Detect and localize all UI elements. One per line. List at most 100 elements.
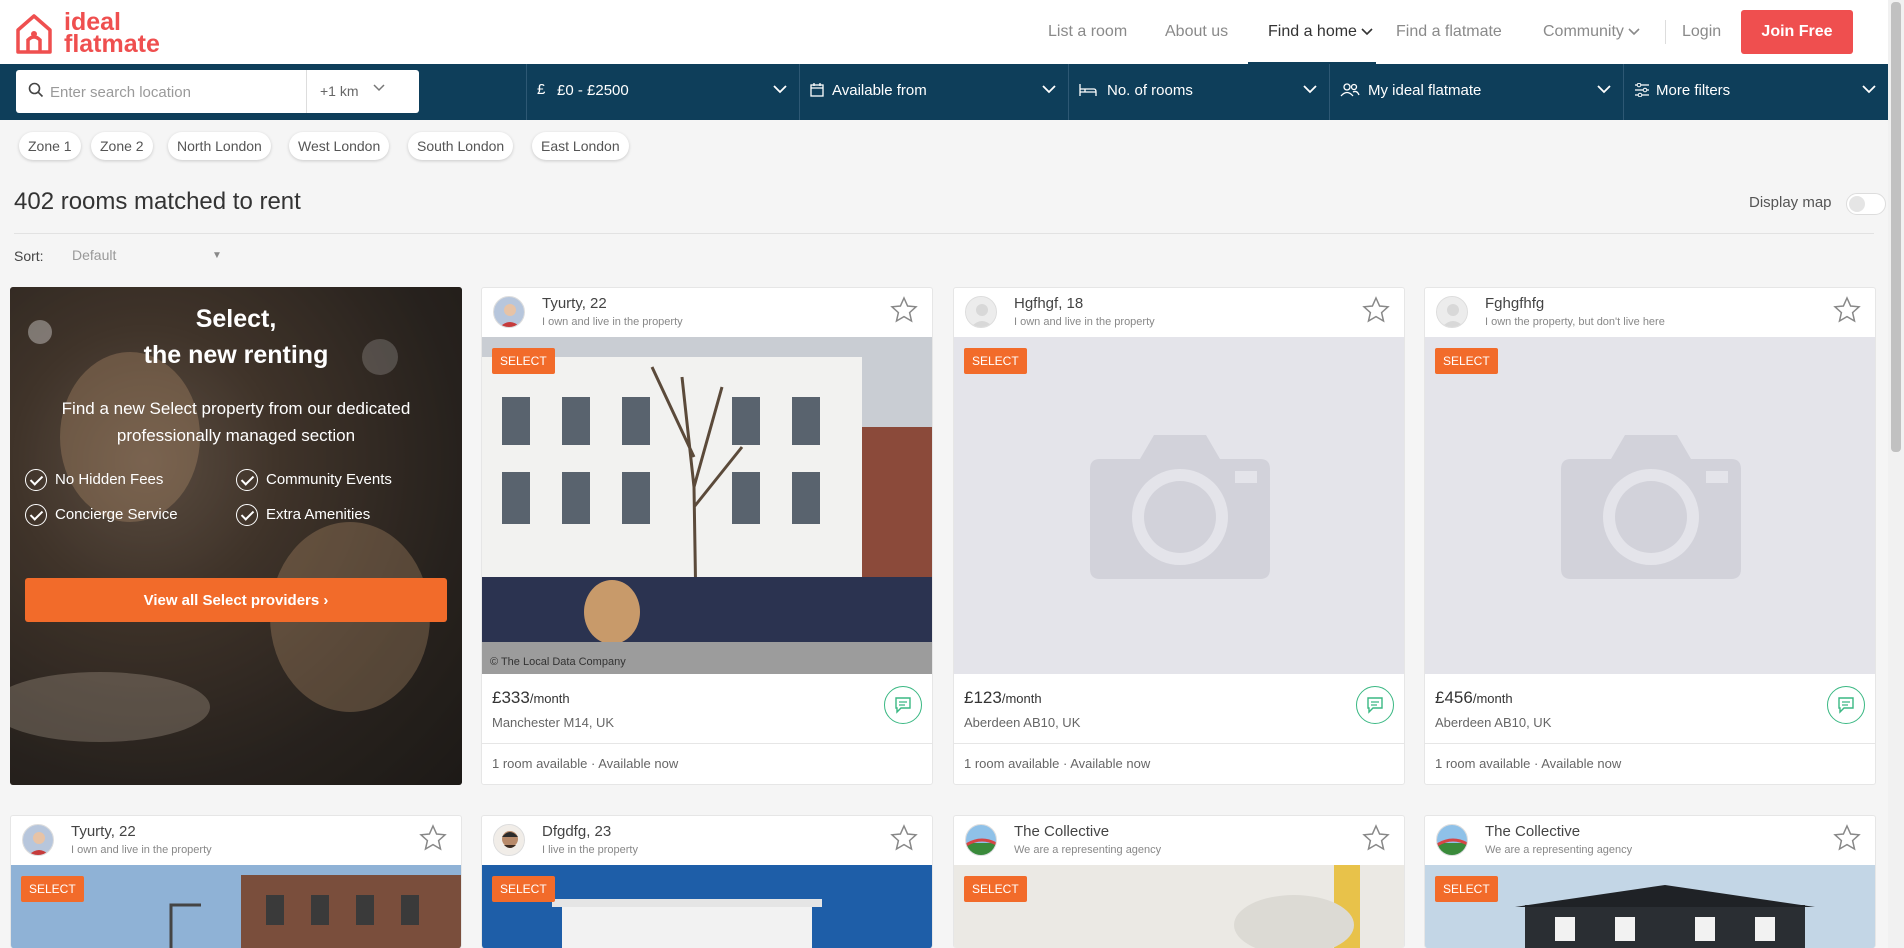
select-badge: SELECT bbox=[492, 348, 555, 374]
people-icon bbox=[1340, 83, 1360, 97]
rooms-filter[interactable]: No. of rooms bbox=[1068, 64, 1329, 120]
avatar bbox=[493, 296, 525, 328]
listing-location: Manchester M14, UK bbox=[492, 715, 615, 730]
star-favorite-icon[interactable] bbox=[1362, 824, 1390, 852]
listing-photo-placeholder[interactable] bbox=[1425, 337, 1875, 674]
chevron-down-icon bbox=[1862, 85, 1876, 94]
sort-value: Default bbox=[72, 247, 117, 263]
star-favorite-icon[interactable] bbox=[1362, 296, 1390, 324]
lister-name: Tyurty, 22 bbox=[542, 295, 607, 312]
select-badge: SELECT bbox=[964, 348, 1027, 374]
message-button[interactable] bbox=[1356, 686, 1394, 724]
check-circle-icon bbox=[236, 469, 258, 491]
star-favorite-icon[interactable] bbox=[1833, 824, 1861, 852]
star-favorite-icon[interactable] bbox=[419, 824, 447, 852]
location-search-input[interactable] bbox=[50, 80, 310, 104]
chevron-down-icon bbox=[1042, 85, 1056, 94]
nav-about-us[interactable]: About us bbox=[1165, 23, 1228, 41]
pound-icon: £ bbox=[537, 81, 546, 98]
listing-photo[interactable]: © The Local Data Company bbox=[482, 337, 932, 674]
ideal-flatmate-logo[interactable]: ideal flatmate bbox=[14, 10, 174, 57]
chip-north-london[interactable]: North London bbox=[168, 132, 271, 160]
listing-card[interactable]: Dfgdfg, 23 I live in the property SELECT bbox=[481, 815, 933, 948]
listing-location: Aberdeen AB10, UK bbox=[1435, 715, 1552, 730]
lister-role: I own the property, but don't live here bbox=[1485, 316, 1665, 328]
listing-card[interactable]: Tyurty, 22 I own and live in the propert… bbox=[10, 815, 462, 948]
search-filter-bar: +1 km £ £0 - £2500 Available from No. of… bbox=[0, 64, 1888, 120]
price-filter[interactable]: £ £0 - £2500 bbox=[526, 64, 799, 120]
message-button[interactable] bbox=[1827, 686, 1865, 724]
chip-south-london[interactable]: South London bbox=[408, 132, 514, 160]
listing-availability: 1 room available · Available now bbox=[964, 756, 1151, 771]
chip-zone-1[interactable]: Zone 1 bbox=[19, 132, 81, 160]
camera-placeholder-icon bbox=[1561, 435, 1741, 579]
radius-select[interactable]: +1 km bbox=[306, 70, 419, 113]
location-search-box: +1 km bbox=[16, 70, 419, 113]
listing-card[interactable]: Hgfhgf, 18 I own and live in the propert… bbox=[953, 287, 1405, 785]
chip-west-london[interactable]: West London bbox=[289, 132, 390, 160]
message-button[interactable] bbox=[884, 686, 922, 724]
listing-card[interactable]: Tyurty, 22 I own and live in the propert… bbox=[481, 287, 933, 785]
more-filters[interactable]: More filters bbox=[1623, 64, 1888, 120]
chat-icon bbox=[1838, 697, 1854, 714]
lister-name: The Collective bbox=[1485, 823, 1581, 840]
nav-list-a-room[interactable]: List a room bbox=[1048, 23, 1127, 41]
camera-placeholder-icon bbox=[1090, 435, 1270, 579]
star-favorite-icon[interactable] bbox=[890, 824, 918, 852]
lister-name: Tyurty, 22 bbox=[71, 823, 136, 840]
check-circle-icon bbox=[25, 469, 47, 491]
star-favorite-icon[interactable] bbox=[1833, 296, 1861, 324]
display-map-toggle[interactable] bbox=[1846, 193, 1886, 215]
sort-select[interactable]: Default ▼ bbox=[72, 247, 222, 263]
chat-icon bbox=[895, 697, 911, 714]
chip-east-london[interactable]: East London bbox=[532, 132, 629, 160]
select-promo-card: Select, the new renting Find a new Selec… bbox=[10, 287, 462, 785]
nav-community[interactable]: Community bbox=[1543, 23, 1640, 41]
card-divider bbox=[482, 743, 932, 744]
chevron-down-icon bbox=[1303, 85, 1317, 94]
results-count-title: 402 rooms matched to rent bbox=[14, 188, 301, 215]
nav-find-a-home[interactable]: Find a home bbox=[1268, 23, 1373, 41]
nav-divider bbox=[1665, 20, 1666, 44]
chevron-down-icon bbox=[373, 84, 385, 92]
avatar bbox=[965, 824, 997, 856]
avatar bbox=[493, 824, 525, 856]
divider bbox=[14, 233, 1874, 234]
lister-role: I own and live in the property bbox=[1014, 316, 1155, 328]
listing-card[interactable]: The Collective We are a representing age… bbox=[1424, 815, 1876, 948]
top-header: ideal flatmate List a room About us Find … bbox=[0, 0, 1888, 64]
lister-role: I live in the property bbox=[542, 844, 638, 856]
select-badge: SELECT bbox=[1435, 876, 1498, 902]
chevron-down-icon bbox=[1628, 28, 1640, 36]
listing-photo-placeholder[interactable] bbox=[954, 337, 1404, 674]
check-circle-icon bbox=[25, 504, 47, 526]
avatar bbox=[22, 824, 54, 856]
promo-title-line1: Select, bbox=[195, 305, 277, 333]
listing-availability: 1 room available · Available now bbox=[492, 756, 679, 771]
listing-card[interactable]: Fghgfhfg I own the property, but don't l… bbox=[1424, 287, 1876, 785]
photo-watermark: © The Local Data Company bbox=[490, 656, 626, 668]
join-free-button[interactable]: Join Free bbox=[1741, 10, 1853, 54]
card-divider bbox=[1425, 743, 1875, 744]
nav-login[interactable]: Login bbox=[1682, 23, 1721, 41]
lister-role: I own and live in the property bbox=[71, 844, 212, 856]
listing-card[interactable]: The Collective We are a representing age… bbox=[953, 815, 1405, 948]
scrollbar-thumb[interactable] bbox=[1891, 2, 1901, 452]
ideal-flatmate-filter[interactable]: My ideal flatmate bbox=[1329, 64, 1623, 120]
star-favorite-icon[interactable] bbox=[890, 296, 918, 324]
lister-name: The Collective bbox=[1014, 823, 1110, 840]
search-icon bbox=[28, 82, 44, 98]
view-select-providers-button[interactable]: View all Select providers › bbox=[25, 578, 447, 622]
lister-name: Fghgfhfg bbox=[1485, 295, 1545, 312]
nav-find-a-flatmate[interactable]: Find a flatmate bbox=[1396, 23, 1502, 41]
lister-role: We are a representing agency bbox=[1485, 844, 1633, 856]
available-from-filter[interactable]: Available from bbox=[799, 64, 1068, 120]
lister-name: Hgfhgf, 18 bbox=[1014, 295, 1084, 312]
sort-label: Sort: bbox=[14, 248, 44, 264]
page-scrollbar[interactable] bbox=[1888, 0, 1904, 948]
chat-icon bbox=[1367, 697, 1383, 714]
chevron-down-icon bbox=[773, 85, 787, 94]
chip-zone-2[interactable]: Zone 2 bbox=[91, 132, 153, 160]
avatar bbox=[1436, 824, 1468, 856]
select-badge: SELECT bbox=[964, 876, 1027, 902]
